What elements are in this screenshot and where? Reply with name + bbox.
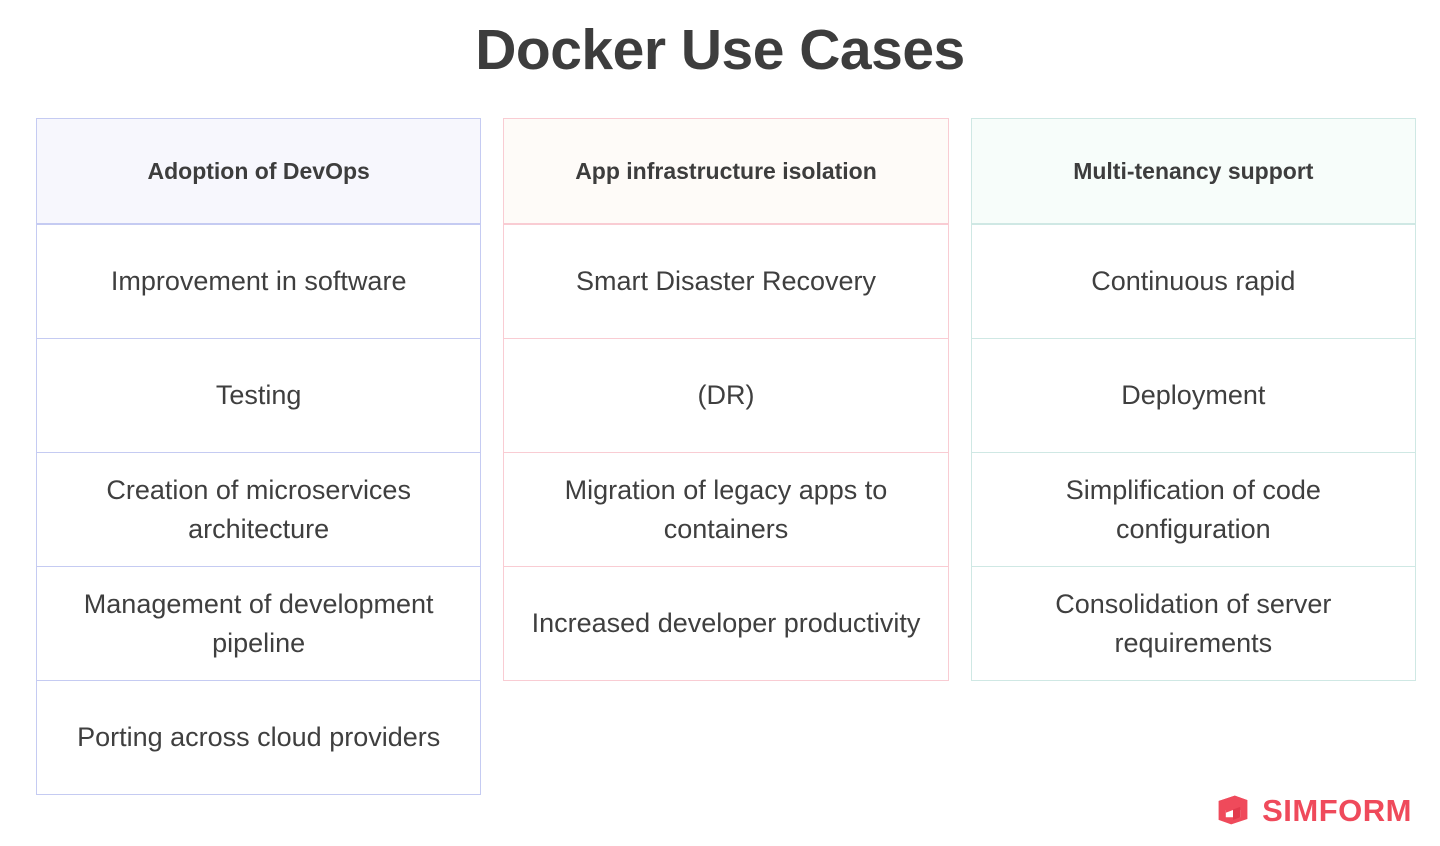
simform-logo-mark-icon bbox=[1218, 795, 1248, 825]
column-header: App infrastructure isolation bbox=[504, 119, 948, 224]
use-case-column-adoption-of-devops: Adoption of DevOps Improvement in softwa… bbox=[36, 118, 482, 795]
page-title: Docker Use Cases bbox=[475, 18, 965, 82]
use-case-cell: Smart Disaster Recovery bbox=[504, 224, 948, 338]
use-case-cell: Increased developer productivity bbox=[504, 566, 948, 680]
use-case-cell: (DR) bbox=[504, 338, 948, 452]
use-case-column-multi-tenancy-support: Multi-tenancy support Continuous rapid D… bbox=[970, 118, 1416, 681]
use-cases-infographic: Docker Use Cases Adoption of DevOps Impr… bbox=[0, 0, 1440, 846]
use-case-cell: Migration of legacy apps to containers bbox=[504, 452, 948, 566]
use-case-cell: Continuous rapid bbox=[971, 224, 1415, 338]
use-case-cell: Creation of microservices architecture bbox=[37, 452, 481, 566]
use-case-cell: Improvement in software bbox=[37, 224, 481, 338]
simform-logo: SIMFORM bbox=[1215, 792, 1412, 828]
use-case-column-app-infrastructure-isolation: App infrastructure isolation Smart Disas… bbox=[503, 118, 949, 681]
use-case-cell: Management of development pipeline bbox=[37, 566, 481, 680]
column-header: Multi-tenancy support bbox=[971, 119, 1415, 224]
use-case-cell: Consolidation of server requirements bbox=[971, 566, 1415, 680]
simform-logo-text: SIMFORM bbox=[1262, 792, 1412, 828]
use-case-cell: Deployment bbox=[971, 338, 1415, 452]
column-header: Adoption of DevOps bbox=[37, 119, 481, 224]
use-case-cell: Testing bbox=[37, 338, 481, 452]
use-case-columns: Adoption of DevOps Improvement in softwa… bbox=[36, 118, 1416, 795]
use-case-cell: Simplification of code configuration bbox=[971, 452, 1415, 566]
use-case-cell: Porting across cloud providers bbox=[37, 680, 481, 794]
